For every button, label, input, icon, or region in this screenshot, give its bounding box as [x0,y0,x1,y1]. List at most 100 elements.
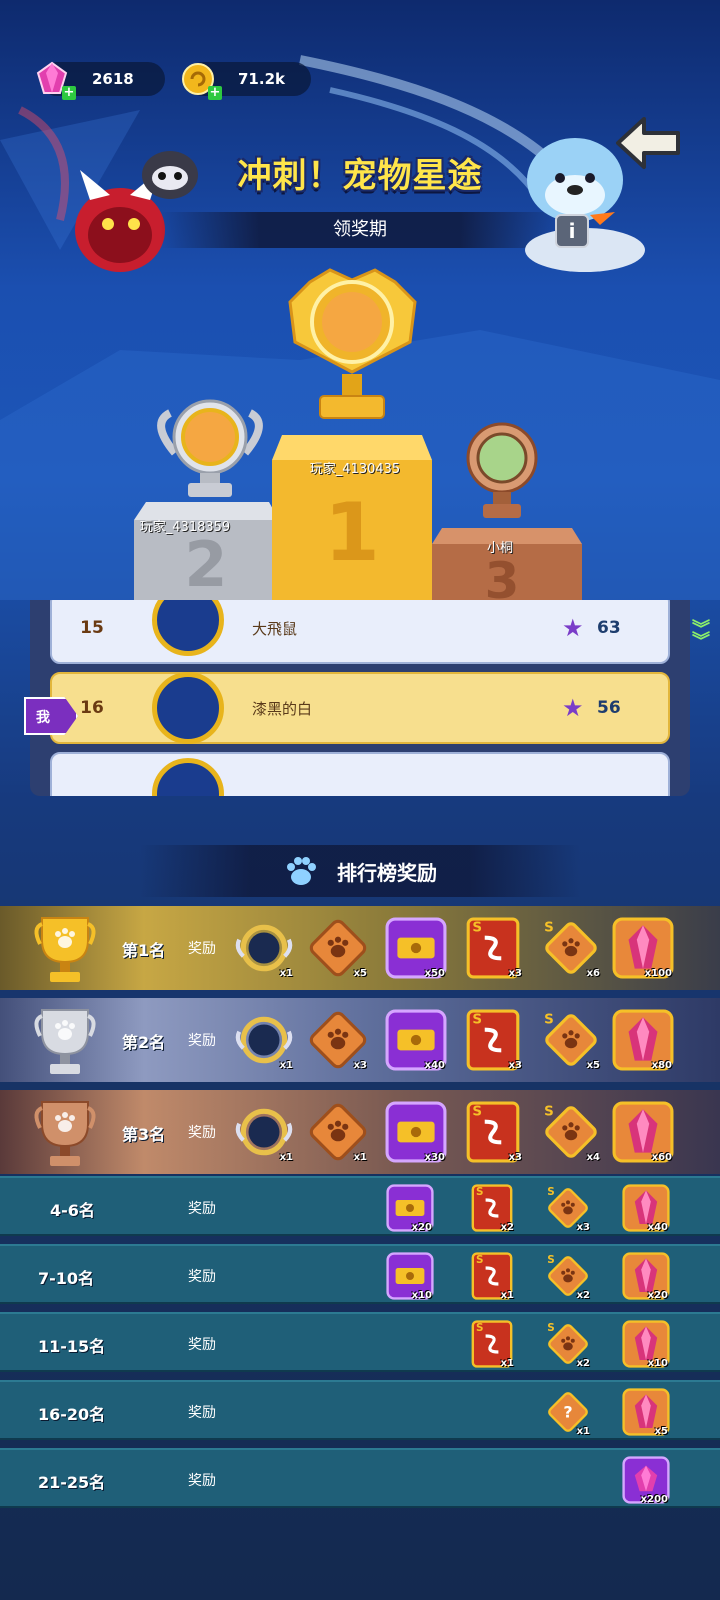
reward-quantity: x100 [644,968,672,979]
reward-quantity: x10 [411,1290,432,1301]
reward-label: 奖励 [188,1033,216,1049]
reward-quantity: x2 [500,1222,514,1233]
reward-item[interactable]: Sx2 [544,1319,592,1369]
reward-item[interactable]: x40 [385,1009,447,1071]
reward-item[interactable]: x30 [385,1101,447,1163]
ranking-row[interactable]: 15 大飛鼠 ★ 63 [50,600,670,664]
svg-text:S: S [472,1012,482,1027]
scroll-down-icon[interactable]: ︾ ︾ [692,621,720,651]
gold-trophy-icon [34,917,96,982]
reward-quantity: x1 [279,1060,293,1071]
reward-item[interactable]: Sx3 [544,1183,592,1233]
podium-third-name[interactable]: 小桐 [460,537,540,556]
reward-quantity: x3 [508,968,522,979]
reward-label: 奖励 [188,1337,216,1353]
reward-item[interactable]: x1 [233,1101,295,1163]
ranking-row[interactable] [50,752,670,796]
reward-quantity: x50 [424,968,445,979]
podium-first-block: 1 [272,435,432,600]
reward-quantity: x4 [586,1152,600,1163]
reward-quantity: x40 [647,1222,668,1233]
coin-counter[interactable]: + 71.2k [182,62,311,100]
reward-item[interactable]: x5 [622,1387,670,1437]
reward-quantity: x1 [279,968,293,979]
reward-quantity: x1 [353,1152,367,1163]
reward-quantity: x3 [353,1060,367,1071]
rank-number: 15 [80,618,104,638]
reward-label: 奖励 [188,941,216,957]
reward-item[interactable]: Sx3 [462,1009,524,1071]
reward-item[interactable]: x100 [612,917,674,979]
reward-quantity: x40 [424,1060,445,1071]
reward-quantity: x80 [651,1060,672,1071]
reward-row: 11-15名 奖励 Sx1 Sx2 x10 [0,1312,720,1372]
reward-rank: 11-15名 [38,1337,106,1356]
svg-text:S: S [544,920,554,935]
reward-item[interactable]: x60 [612,1101,674,1163]
rewards-title: 排行榜奖励 [337,860,437,885]
reward-item[interactable]: x40 [622,1183,670,1233]
avatar [152,758,224,796]
reward-rank: 16-20名 [38,1405,106,1424]
reward-item[interactable]: Sx3 [462,1101,524,1163]
reward-quantity: x10 [647,1358,668,1369]
ranking-list[interactable]: 15 大飛鼠 ★ 63 16 漆黑的白 ★ 56 [30,600,690,796]
reward-item[interactable]: x20 [622,1251,670,1301]
reward-row: 16-20名 奖励? x1 x5 [0,1380,720,1440]
reward-item[interactable]: x200 [622,1455,670,1505]
ranking-row-me[interactable]: 16 漆黑的白 ★ 56 [50,672,670,744]
reward-item[interactable]: x50 [385,917,447,979]
reward-item[interactable]: x20 [386,1183,434,1233]
event-phase: 领奖期 [160,212,560,248]
reward-item[interactable]: Sx6 [540,917,602,979]
podium-first-name[interactable]: 玩家_4130435 [300,458,410,477]
reward-item[interactable]: Sx2 [544,1251,592,1301]
reward-quantity: x1 [500,1290,514,1301]
podium-second-name[interactable]: 玩家_4318359 [130,516,240,535]
reward-row: 7-10名 奖励 x10 Sx1 Sx2 x20 [0,1244,720,1304]
add-coin-icon[interactable]: + [208,86,222,100]
reward-item[interactable]: x80 [612,1009,674,1071]
reward-item[interactable]: x10 [386,1251,434,1301]
svg-text:?: ? [563,1403,572,1422]
add-gem-icon[interactable]: + [62,86,76,100]
reward-item[interactable]: Sx3 [462,917,524,979]
info-button[interactable]: i [555,214,589,248]
reward-item[interactable]: Sx5 [540,1009,602,1071]
coin-value: 71.2k [238,70,285,88]
star-icon: ★ [562,694,584,722]
reward-item[interactable]: x10 [622,1319,670,1369]
reward-label: 奖励 [188,1269,216,1285]
bronze-trophy-icon [34,1101,96,1166]
reward-item[interactable]: Sx1 [468,1319,516,1369]
gold-trophy-icon [288,268,417,419]
reward-rank: 21-25名 [38,1473,106,1492]
bronze-trophy-icon [466,422,538,518]
player-score: 56 [597,698,621,718]
reward-item[interactable]: x1 [307,1101,369,1163]
svg-text:3: 3 [485,552,520,600]
reward-item[interactable]: x1 [233,917,295,979]
reward-quantity: x3 [508,1060,522,1071]
reward-item[interactable]: Sx2 [468,1183,516,1233]
reward-item[interactable]: x1 [233,1009,295,1071]
reward-label: 奖励 [188,1125,216,1141]
silver-trophy-icon [157,399,263,497]
reward-rank: 第1名 [122,941,166,960]
rewards-header: 排行榜奖励 [140,845,580,897]
reward-item[interactable]: ? x1 [544,1387,592,1437]
back-arrow-icon[interactable] [614,113,684,173]
reward-item[interactable]: Sx1 [468,1251,516,1301]
reward-quantity: x20 [411,1222,432,1233]
reward-item[interactable]: Sx4 [540,1101,602,1163]
avatar [152,672,224,744]
reward-item[interactable]: x5 [307,917,369,979]
svg-text:S: S [472,1104,482,1119]
reward-item[interactable]: x3 [307,1009,369,1071]
reward-row: 21-25名 奖励 x200 [0,1448,720,1508]
reward-quantity: x1 [279,1152,293,1163]
reward-quantity: x60 [651,1152,672,1163]
svg-text:S: S [476,1322,483,1334]
reward-row: 4-6名 奖励 x20 Sx2 Sx3 x40 [0,1176,720,1236]
gem-counter[interactable]: + 2618 [36,61,165,100]
